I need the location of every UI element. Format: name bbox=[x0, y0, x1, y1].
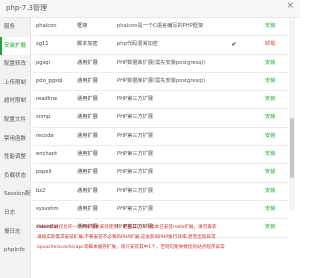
extensions-table: phalcon 框架 phalcon是一个C语言编写的PHP框架 安装 sg11 脚本加密… bbox=[33, 18, 288, 238]
extension-action-button[interactable]: 安装 bbox=[265, 91, 287, 108]
extension-action-button[interactable]: 安装 bbox=[265, 109, 287, 126]
php-manager-window: php-7.3管理 × 服务 安装扩展 配置修改 上传限制 超时限制 配置文件 禁用函数 性能… bbox=[0, 0, 300, 278]
sidebar-item[interactable]: 上传限制 bbox=[0, 74, 30, 93]
extension-name: recode bbox=[36, 132, 54, 139]
table-row: snmp 通用扩展 PHP第三方扩展 安装 bbox=[33, 109, 288, 128]
extension-action-button[interactable]: 安装 bbox=[265, 18, 287, 35]
extension-action-button[interactable]: 安装 bbox=[265, 201, 287, 218]
extension-type: 通用扩展 bbox=[77, 114, 98, 121]
table-scrollbar[interactable] bbox=[289, 18, 295, 210]
sidebar-item[interactable]: 日志 bbox=[0, 204, 30, 223]
extension-action-button[interactable]: 安装 bbox=[265, 146, 287, 163]
extension-action-button[interactable]: 安装 bbox=[265, 128, 287, 145]
extension-description: PHP第三方扩展 bbox=[117, 205, 154, 212]
sidebar-item[interactable]: 超时限制 bbox=[0, 92, 30, 111]
extension-type: 通用扩展 bbox=[77, 96, 98, 103]
extension-type: 通用扩展 bbox=[77, 205, 98, 212]
note-item: 请按实际需求安装扩展,不要安装不必要的PHP扩展,这会影响PHP执行效率,甚至出… bbox=[37, 234, 216, 240]
extension-description: phalcon是一个C语言编写的PHP框架 bbox=[117, 23, 204, 29]
extension-name: sysvshm bbox=[36, 205, 59, 212]
sidebar-item[interactable]: 性能调整 bbox=[0, 148, 30, 167]
extension-name: bz2 bbox=[36, 187, 46, 194]
extension-description: PHP数据库扩展(需先安装postgresql) bbox=[117, 77, 206, 84]
extension-action-button[interactable]: 安装 bbox=[265, 55, 287, 72]
table-row: readline 通用扩展 PHP第三方扩展 安装 bbox=[33, 91, 288, 110]
sidebar-item[interactable]: 禁用函数 bbox=[0, 130, 30, 149]
scrollbar-thumb[interactable] bbox=[290, 118, 294, 178]
sidebar: 服务 安装扩展 配置修改 上传限制 超时限制 配置文件 禁用函数 性能调整 负载状态 Sessio… bbox=[0, 18, 31, 278]
extension-description: PHP第三方扩展 bbox=[117, 96, 154, 103]
table-row: phalcon 框架 phalcon是一个C语言编写的PHP框架 安装 bbox=[33, 18, 288, 37]
table-row: sg11 脚本加密 php代码混淆加密 ✔ 卸载 bbox=[33, 36, 288, 55]
extension-type: 通用扩展 bbox=[77, 77, 98, 84]
extension-description: PHP第三方扩展 bbox=[117, 114, 154, 121]
extension-action-button[interactable]: 卸载 bbox=[265, 36, 287, 53]
extension-action-button[interactable]: 安装 bbox=[265, 183, 287, 200]
extension-name: readline bbox=[36, 96, 58, 103]
extension-name: pdo_pgsql bbox=[36, 77, 63, 84]
sidebar-item[interactable]: phpinfo bbox=[0, 241, 30, 260]
extension-description: php代码混淆加密 bbox=[117, 41, 158, 48]
note-item: Redis扩展仅允许一个PHP版本安装使用，若在其它PHP版本已安装redis扩… bbox=[37, 225, 217, 230]
extension-name: enchant bbox=[36, 151, 58, 158]
extension-type: 通用扩展 bbox=[77, 151, 98, 158]
window-title: php-7.3管理 bbox=[6, 4, 47, 12]
close-icon[interactable]: × bbox=[286, 1, 294, 11]
titlebar: php-7.3管理 × bbox=[0, 0, 300, 18]
table-row: pspell 通用扩展 PHP第三方扩展 安装 bbox=[33, 164, 288, 183]
notes-list: Redis扩展仅允许一个PHP版本安装使用，若在其它PHP版本已安装redis扩… bbox=[37, 223, 295, 252]
extension-type: 通用扩展 bbox=[77, 132, 98, 139]
extension-description: PHP第三方扩展 bbox=[117, 169, 154, 176]
extension-description: PHP数据库扩展(需先安装postgresql) bbox=[117, 59, 206, 66]
extension-name: snmp bbox=[36, 114, 51, 121]
extension-type: 框架 bbox=[77, 23, 88, 29]
installed-check-icon: ✔ bbox=[231, 41, 237, 49]
table-row: bz2 通用扩展 PHP第三方扩展 安装 bbox=[33, 183, 288, 201]
extension-description: PHP第三方扩展 bbox=[117, 132, 154, 139]
extension-description: PHP第三方扩展 bbox=[117, 187, 154, 194]
sidebar-item[interactable]: 慢日志 bbox=[0, 223, 30, 242]
sidebar-item[interactable]: 配置文件 bbox=[0, 111, 30, 130]
extension-description: PHP第三方扩展 bbox=[117, 151, 154, 158]
table-row: sysvshm 通用扩展 PHP第三方扩展 安装 bbox=[33, 201, 288, 220]
extension-name: pgsql bbox=[36, 59, 51, 66]
extension-name: phalcon bbox=[36, 23, 57, 29]
sidebar-item[interactable]: 安装扩展 bbox=[0, 36, 30, 56]
sidebar-item[interactable]: 服务 bbox=[0, 18, 30, 37]
extension-action-button[interactable]: 安装 bbox=[265, 164, 287, 181]
note-item: opcache/xcache/apc等脚本缓存扩展，请只安装其中1个，否则可能导… bbox=[37, 244, 225, 250]
extension-action-button[interactable]: 安装 bbox=[265, 73, 287, 90]
extension-name: sg11 bbox=[36, 41, 49, 48]
sidebar-item[interactable]: Session配置 bbox=[0, 185, 30, 204]
extension-type: 通用扩展 bbox=[77, 169, 98, 176]
extension-type: 通用扩展 bbox=[77, 59, 98, 66]
sidebar-item[interactable]: 配置修改 bbox=[0, 55, 30, 74]
table-row: pgsql 通用扩展 PHP数据库扩展(需先安装postgresql) 安装 bbox=[33, 55, 288, 73]
extension-name: pspell bbox=[36, 169, 52, 176]
table-row: enchant 通用扩展 PHP第三方扩展 安装 bbox=[33, 146, 288, 165]
table-row: pdo_pgsql 通用扩展 PHP数据库扩展(需先安装postgresql) 安装 bbox=[33, 73, 288, 92]
sidebar-item[interactable]: 负载状态 bbox=[0, 167, 30, 186]
extensions-panel: phalcon 框架 phalcon是一个C语言编写的PHP框架 安装 sg11 脚本加密… bbox=[33, 18, 300, 278]
extension-type: 通用扩展 bbox=[77, 187, 98, 194]
extension-type: 脚本加密 bbox=[77, 41, 98, 48]
table-row: recode 通用扩展 PHP第三方扩展 安装 bbox=[33, 128, 288, 147]
